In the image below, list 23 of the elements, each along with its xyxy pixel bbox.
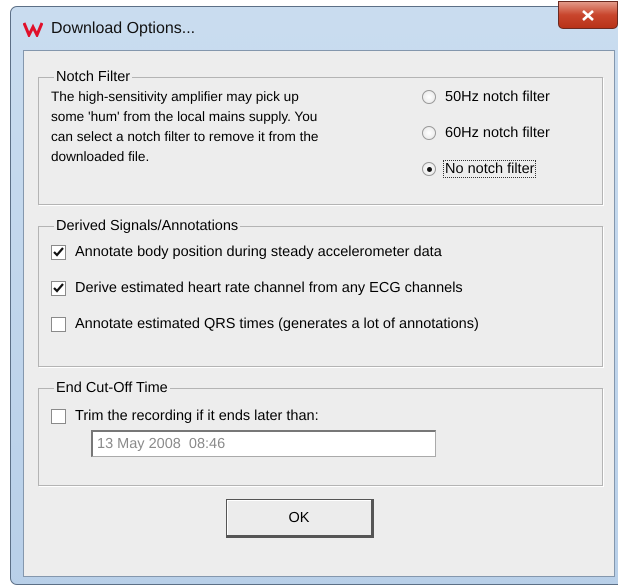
group-title: End Cut-Off Time — [55, 380, 169, 396]
checkbox-label[interactable]: Annotate body position during steady accelerometer data — [75, 244, 442, 260]
checkbox[interactable] — [51, 244, 66, 260]
group-title: Notch Filter — [55, 69, 132, 85]
checkbox-label[interactable]: Derive estimated heart rate channel from any ECG channels — [75, 280, 463, 296]
group-title: Derived Signals/Annotations — [55, 218, 240, 234]
window-title: Download Options... — [51, 20, 196, 38]
logo-icon — [23, 20, 43, 36]
checkbox-label[interactable]: Trim the recording if it ends later than: — [75, 408, 319, 424]
radio-button[interactable] — [422, 90, 436, 104]
checkbox[interactable] — [51, 408, 66, 424]
description-text: The high-sensitivity amplifier may pick up some 'hum' from the local mains supply. You can select a notch filter to remove it from the downloaded file. — [51, 88, 319, 166]
checkbox[interactable] — [51, 316, 66, 332]
ok-button[interactable]: OK — [226, 499, 374, 538]
radio-label[interactable]: 50Hz notch filter — [444, 89, 551, 105]
radio-button[interactable] — [422, 162, 436, 176]
checkbox[interactable] — [51, 280, 66, 296]
checkbox-label[interactable]: Annotate estimated QRS times (generates a lot of annotations) — [75, 316, 479, 332]
close-icon — [582, 10, 594, 20]
radio-button[interactable] — [422, 126, 436, 140]
radio-label[interactable]: 60Hz notch filter — [444, 125, 551, 141]
close-button[interactable] — [558, 1, 618, 29]
radio-label[interactable]: No notch filter — [444, 161, 536, 177]
